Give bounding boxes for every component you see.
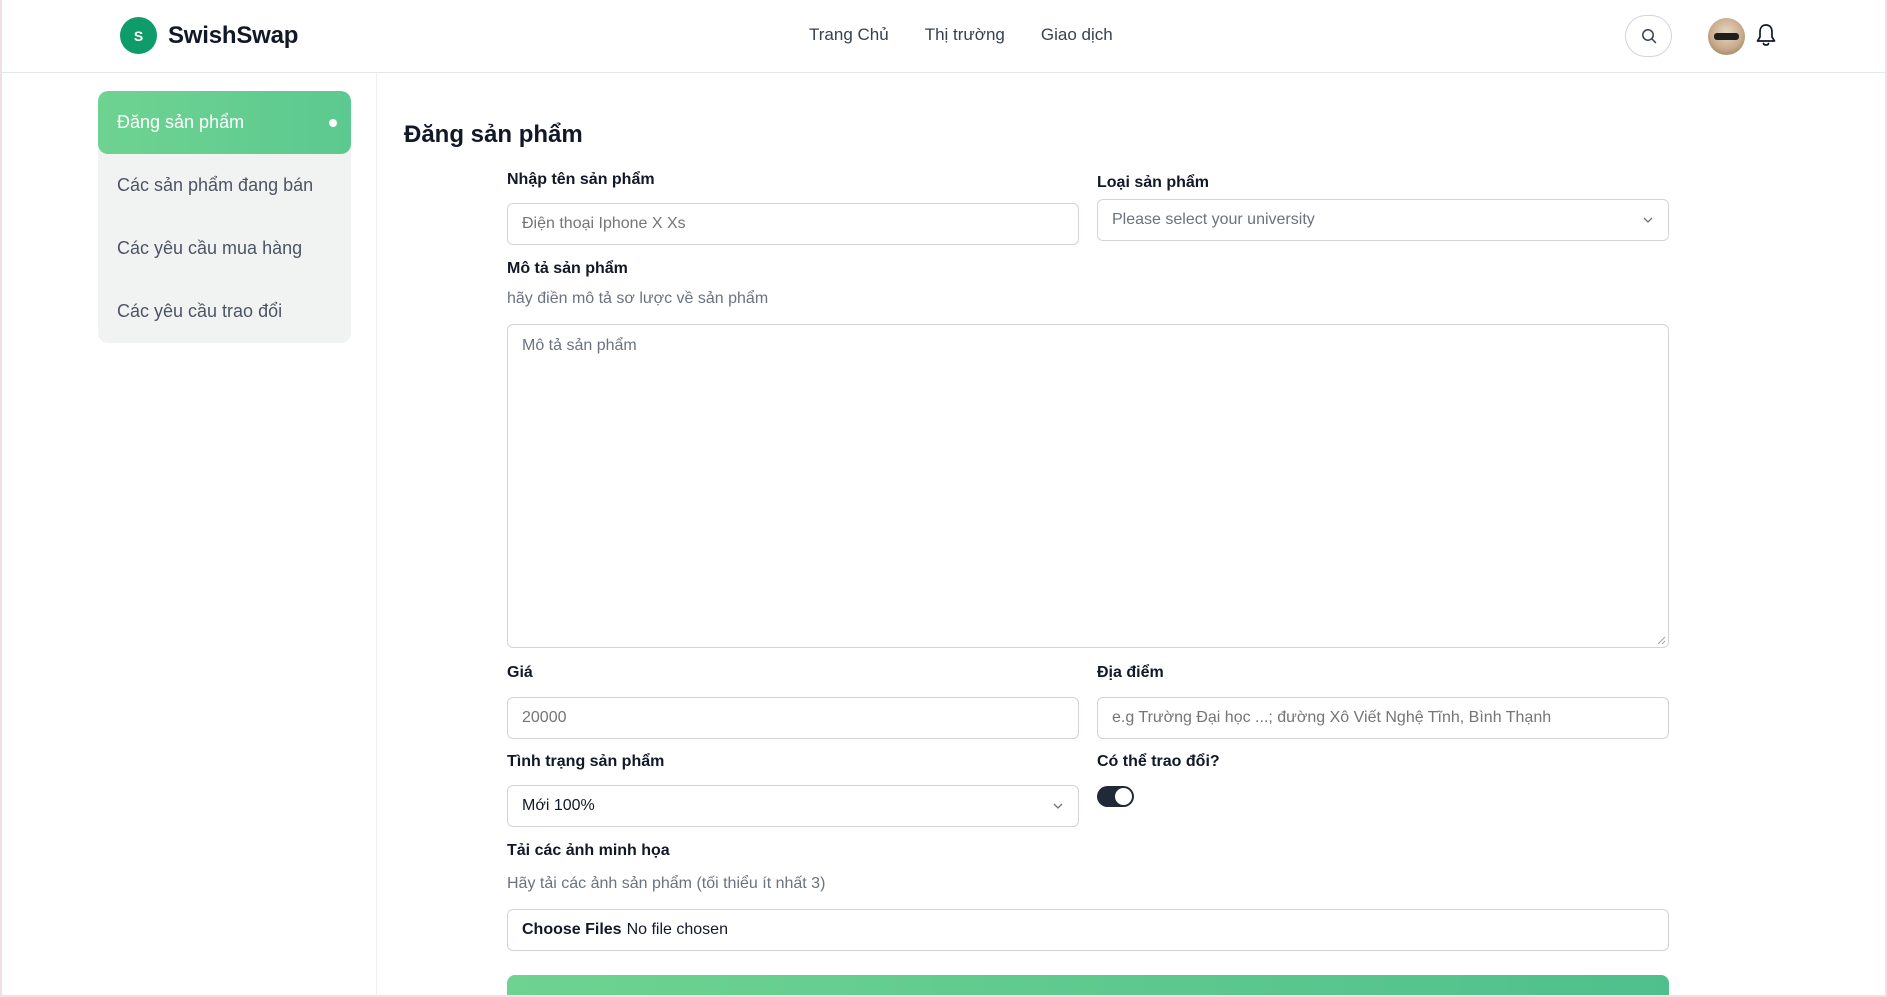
product-type-select[interactable]: Please select your university <box>1097 199 1669 241</box>
active-dot-icon <box>329 119 337 127</box>
logo-mark: S <box>120 17 157 54</box>
top-navbar: S SwishSwap Trang Chủ Thị trường Giao dị… <box>2 0 1885 73</box>
sidebar-item-label: Các yêu cầu mua hàng <box>117 238 303 258</box>
submit-button[interactable] <box>507 975 1669 995</box>
avatar[interactable] <box>1708 18 1745 55</box>
sidebar: Đăng sản phẩm Các sản phẩm đang bán Các … <box>98 91 351 343</box>
nav-link-home[interactable]: Trang Chủ <box>809 25 889 45</box>
exchange-toggle[interactable] <box>1097 786 1134 807</box>
condition-label: Tình trạng sản phẩm <box>507 753 665 770</box>
images-label: Tải các ảnh minh họa <box>507 842 670 859</box>
file-status: No file chosen <box>626 921 728 938</box>
sidebar-item-label: Các yêu cầu trao đổi <box>117 301 283 321</box>
chevron-down-icon <box>1643 217 1653 223</box>
description-label: Mô tả sản phẩm <box>507 260 628 277</box>
location-input[interactable] <box>1097 697 1669 739</box>
main-nav: Trang Chủ Thị trường Giao dịch <box>809 25 1149 45</box>
exchange-label: Có thể trao đổi? <box>1097 753 1220 770</box>
price-label: Giá <box>507 664 533 681</box>
app-window: S SwishSwap Trang Chủ Thị trường Giao dị… <box>0 0 1887 997</box>
location-label: Địa điểm <box>1097 664 1164 681</box>
content-divider <box>376 73 377 995</box>
condition-value: Mới 100% <box>522 797 595 814</box>
condition-select[interactable]: Mới 100% <box>507 785 1079 827</box>
choose-files-button[interactable]: Choose Files <box>522 921 622 939</box>
search-icon <box>1641 29 1656 44</box>
sidebar-item-label: Đăng sản phẩm <box>117 112 245 132</box>
sidebar-item-exchange-requests[interactable]: Các yêu cầu trao đổi <box>98 280 351 343</box>
images-hint: Hãy tải các ảnh sản phẩm (tối thiểu ít n… <box>507 875 826 892</box>
description-hint: hãy điền mô tả sơ lược về sản phẩm <box>507 290 769 307</box>
sidebar-item-label: Các sản phẩm đang bán <box>117 175 314 195</box>
description-textarea[interactable]: Mô tả sản phẩm <box>507 324 1669 648</box>
sidebar-item-purchase-requests[interactable]: Các yêu cầu mua hàng <box>98 217 351 280</box>
brand-name: SwishSwap <box>168 21 299 49</box>
notification-button[interactable] <box>1755 22 1777 53</box>
resize-grip-icon[interactable] <box>1656 635 1666 645</box>
sidebar-item-post-product[interactable]: Đăng sản phẩm <box>98 91 351 154</box>
brand-logo[interactable]: S SwishSwap <box>120 17 298 54</box>
chevron-down-icon <box>1053 803 1063 809</box>
product-name-input[interactable] <box>507 203 1079 245</box>
product-type-placeholder: Please select your university <box>1112 211 1315 228</box>
search-button[interactable] <box>1625 15 1672 57</box>
nav-link-market[interactable]: Thị trường <box>925 25 1005 45</box>
price-input[interactable] <box>507 697 1079 739</box>
avatar-glasses <box>1714 33 1739 40</box>
nav-link-transactions[interactable]: Giao dịch <box>1041 25 1113 45</box>
product-name-label: Nhập tên sản phẩm <box>507 171 655 188</box>
description-placeholder: Mô tả sản phẩm <box>522 337 637 354</box>
file-upload-input[interactable]: Choose Files No file chosen <box>507 909 1669 951</box>
toggle-knob <box>1115 788 1132 805</box>
product-type-label: Loại sản phẩm <box>1097 174 1210 191</box>
page-title: Đăng sản phẩm <box>404 121 583 148</box>
sidebar-item-selling-products[interactable]: Các sản phẩm đang bán <box>98 154 351 217</box>
bell-icon <box>1756 24 1776 46</box>
